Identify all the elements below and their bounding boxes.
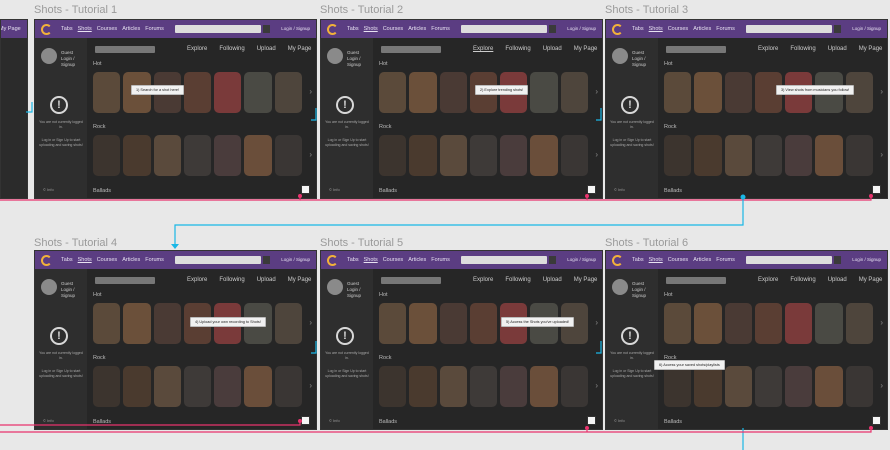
connector-dot (298, 419, 302, 423)
connector-dot (740, 194, 746, 200)
connector-pink (0, 419, 301, 426)
connector-pink (0, 428, 872, 433)
connector-dot (585, 194, 589, 198)
connector-pink (0, 194, 301, 201)
connector-cyan (311, 341, 317, 354)
connector-dot (298, 194, 302, 198)
connector-dot (869, 426, 873, 430)
connector-cyan (26, 102, 33, 113)
connector-dot (869, 194, 873, 198)
connector-pink (300, 194, 588, 201)
connector-pink (587, 194, 872, 201)
connector-dot (585, 426, 589, 430)
connector-cyan (596, 108, 602, 121)
flow-connectors (0, 102, 873, 450)
connector-cyan (596, 341, 602, 354)
connector-cyan (311, 108, 317, 121)
connector-cyan (174, 196, 744, 247)
arrow-head (171, 244, 179, 249)
design-canvas: My Page Shots - Tutorial 1 Shots - Tutor… (0, 0, 890, 450)
